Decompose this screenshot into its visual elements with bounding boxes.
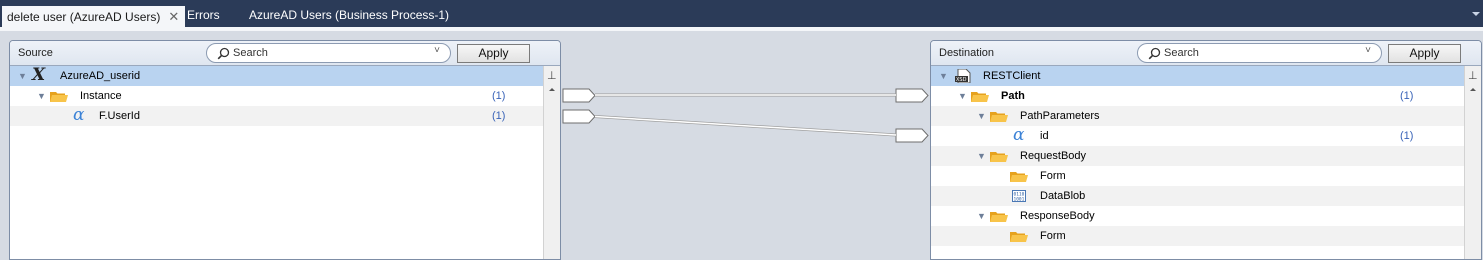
binary-data-icon: 0110 1001 — [1012, 190, 1026, 202]
tree-node-datablob[interactable]: 0110 1001 DataBlob — [931, 186, 1464, 206]
source-connector-instance[interactable] — [562, 88, 596, 103]
node-label: AzureAD_userid — [60, 70, 141, 82]
node-label: ResponseBody — [1020, 210, 1095, 222]
chevron-down-icon[interactable]: ˅ — [1365, 45, 1371, 56]
alpha-field-icon: α — [73, 105, 85, 125]
close-icon[interactable]: ✕ — [168, 6, 179, 27]
node-label: PathParameters — [1020, 110, 1100, 122]
source-connector-f-userid[interactable] — [562, 109, 596, 124]
expand-triangle-icon[interactable]: ▼ — [977, 106, 986, 126]
source-tree: ▼ X AzureAD_userid ▼ Instance (1) α F.Us… — [10, 66, 543, 126]
chevron-down-icon[interactable]: ˅ — [434, 45, 440, 56]
tree-node-f-userid[interactable]: α F.UserId (1) — [10, 106, 543, 126]
mapping-count: (1) — [1400, 90, 1414, 102]
expand-triangle-icon[interactable]: ▼ — [18, 66, 27, 86]
folder-icon — [50, 92, 68, 102]
destination-apply-button[interactable]: Apply — [1388, 44, 1461, 63]
tree-node-pathparameters[interactable]: ▼ PathParameters — [931, 106, 1464, 126]
dest-connector-id[interactable] — [895, 128, 929, 143]
tab-label: Errors — [187, 8, 220, 22]
source-apply-button[interactable]: Apply — [457, 44, 530, 63]
scroll-up-icon[interactable] — [549, 88, 555, 91]
destination-scrollbar[interactable]: ⊥ — [1464, 66, 1481, 259]
alpha-field-icon: α — [1013, 125, 1025, 145]
expand-triangle-icon[interactable]: ▼ — [939, 66, 948, 86]
svg-text:1001: 1001 — [1014, 197, 1025, 203]
folder-icon — [971, 92, 989, 102]
search-placeholder: Search — [233, 47, 268, 59]
tree-node-instance[interactable]: ▼ Instance (1) — [10, 86, 543, 106]
tree-node-path[interactable]: ▼ Path (1) — [931, 86, 1464, 106]
mapping-count: (1) — [492, 110, 506, 122]
expand-triangle-icon[interactable]: ▼ — [958, 86, 967, 106]
node-label: RequestBody — [1020, 150, 1087, 162]
tab-delete-user[interactable]: delete user (AzureAD Users) ✕ — [2, 6, 186, 27]
folder-icon — [1010, 232, 1028, 242]
mapping-count: (1) — [492, 90, 506, 102]
tab-label: delete user (AzureAD Users) — [7, 10, 161, 24]
node-label: Form — [1040, 170, 1066, 182]
search-icon — [1148, 47, 1161, 60]
svg-text:XSD: XSD — [956, 77, 967, 83]
tree-node-form[interactable]: Form — [931, 166, 1464, 186]
tree-node-id[interactable]: α id (1) — [931, 126, 1464, 146]
node-label: F.UserId — [99, 110, 140, 122]
node-label: DataBlob — [1040, 190, 1086, 202]
destination-header: Destination Search ˅ Apply — [931, 41, 1481, 66]
tree-node-requestbody[interactable]: ▼ RequestBody — [931, 146, 1464, 166]
node-label: Form — [1040, 230, 1066, 242]
document-tab-bar: delete user (AzureAD Users) ✕ Errors Azur… — [0, 0, 1483, 27]
source-header: Source Search ˅ Apply — [10, 41, 560, 66]
pin-icon[interactable]: ⊥ — [1468, 71, 1478, 82]
mapping-canvas — [562, 88, 929, 143]
node-label: Instance — [80, 90, 122, 102]
source-search-input[interactable]: Search ˅ — [206, 43, 451, 63]
tab-overflow-dropdown-icon[interactable] — [1472, 12, 1480, 16]
search-icon — [217, 47, 230, 60]
tree-node-form[interactable]: Form — [931, 226, 1464, 246]
source-title: Source — [18, 47, 53, 59]
destination-tree: ▼ XSD RESTClient ▼ Path (1) ▼ PathParame — [931, 66, 1464, 246]
node-label: id — [1040, 130, 1049, 142]
mapping-count: (1) — [1400, 130, 1414, 142]
xsd-schema-icon: XSD — [955, 69, 971, 83]
expand-triangle-icon[interactable]: ▼ — [37, 86, 46, 106]
node-label: Path — [1001, 90, 1025, 102]
pin-icon[interactable]: ⊥ — [547, 71, 557, 82]
scroll-up-icon[interactable] — [1470, 88, 1476, 91]
folder-icon — [990, 152, 1008, 162]
folder-icon — [1010, 172, 1028, 182]
tree-node-responsebody[interactable]: ▼ ResponseBody — [931, 206, 1464, 226]
destination-panel: Destination Search ˅ Apply ▼ XSD RESTCli… — [930, 40, 1482, 260]
folder-icon — [990, 212, 1008, 222]
tab-azuread-users-business-process[interactable]: AzureAD Users (Business Process-1) — [243, 4, 455, 27]
tab-errors[interactable]: Errors — [181, 4, 226, 27]
expand-triangle-icon[interactable]: ▼ — [977, 206, 986, 226]
mapping-line-userid-to-id[interactable] — [594, 115, 897, 137]
source-scrollbar[interactable]: ⊥ — [543, 66, 560, 259]
tree-node-azuread-userid[interactable]: ▼ X AzureAD_userid — [10, 66, 543, 86]
dest-connector-path[interactable] — [895, 88, 929, 103]
x-variable-icon: X — [32, 65, 46, 85]
tree-node-restclient[interactable]: ▼ XSD RESTClient — [931, 66, 1464, 86]
node-label: RESTClient — [983, 70, 1041, 82]
destination-title: Destination — [939, 47, 995, 59]
search-placeholder: Search — [1164, 47, 1199, 59]
expand-triangle-icon[interactable]: ▼ — [977, 146, 986, 166]
tab-label: AzureAD Users (Business Process-1) — [249, 8, 450, 22]
source-panel: Source Search ˅ Apply ▼ X AzureAD_userid… — [9, 40, 561, 260]
folder-icon — [990, 112, 1008, 122]
destination-search-input[interactable]: Search ˅ — [1137, 43, 1382, 63]
